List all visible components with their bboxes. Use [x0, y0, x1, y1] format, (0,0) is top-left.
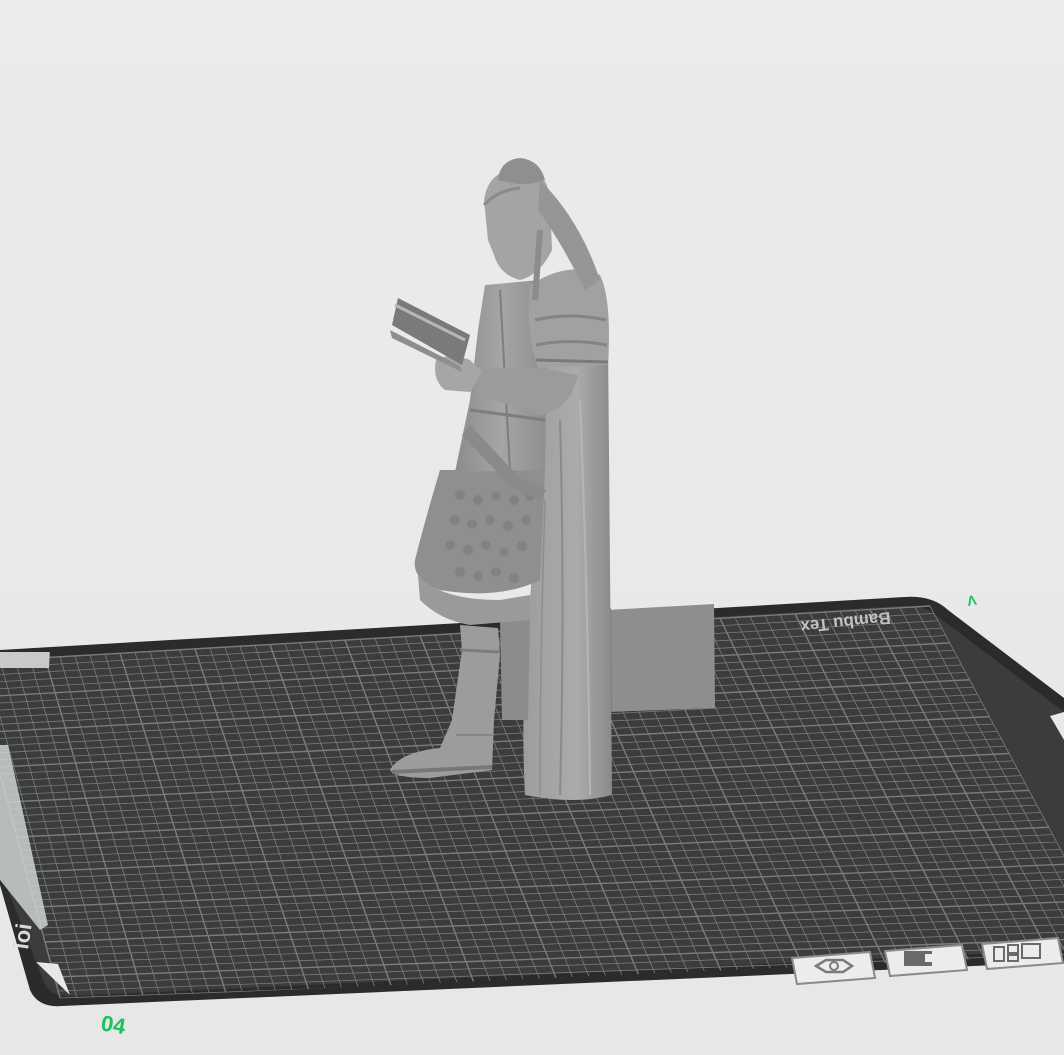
nut-icon[interactable]: [790, 950, 877, 986]
plate-corner-tab: [0, 652, 50, 668]
wipe-tower[interactable]: [606, 604, 715, 712]
3d-viewport[interactable]: ioi Bambu Tex 04 Λ: [0, 0, 1064, 1055]
lock-icon[interactable]: [883, 943, 969, 978]
scene-canvas[interactable]: ioi Bambu Tex 04 Λ: [0, 0, 1064, 1055]
axis-y-label: Λ: [966, 591, 979, 608]
arrange-icon[interactable]: [980, 936, 1064, 971]
axis-x-label: 04: [99, 1010, 128, 1039]
figure-book: [390, 298, 470, 372]
figure-crown: [498, 158, 545, 184]
plate-corner-marker: ioi: [8, 922, 36, 951]
